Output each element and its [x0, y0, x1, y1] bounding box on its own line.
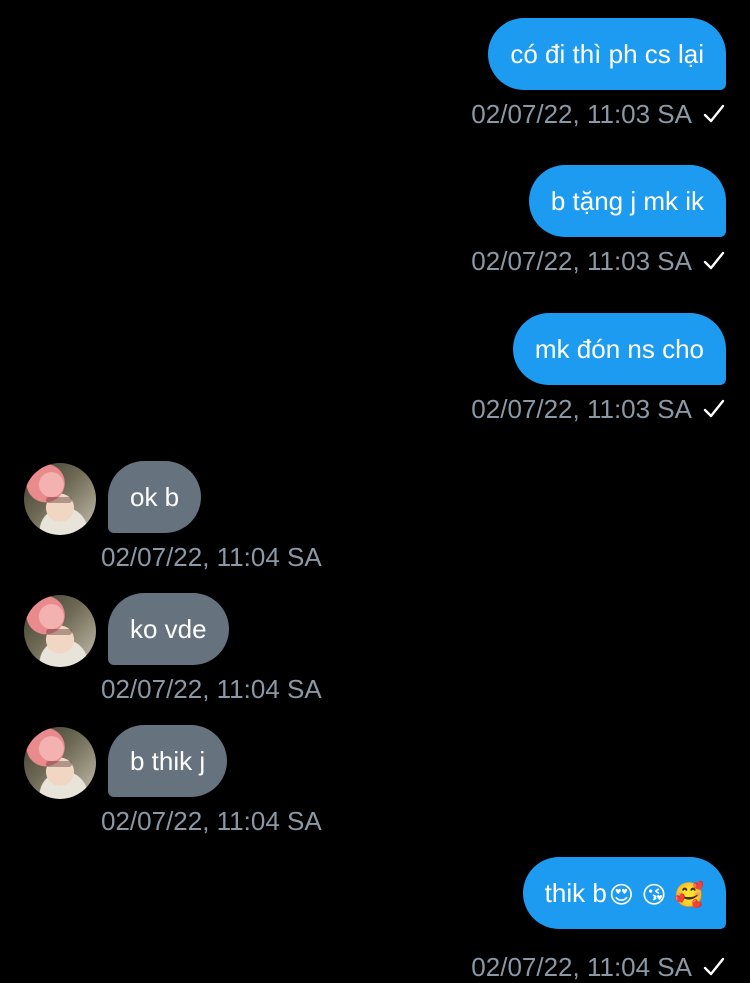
check-icon: [703, 957, 725, 976]
message-bubble[interactable]: mk đón ns cho: [512, 313, 726, 385]
check-icon: [703, 104, 725, 123]
message-bubble[interactable]: ko vde: [108, 593, 229, 665]
message-bubble[interactable]: ok b: [108, 461, 202, 533]
message-received: b thik j 02/07/22, 11:04 SA: [0, 725, 750, 841]
message-sent: b tặng j mk ik 02/07/22, 11:03 SA: [0, 165, 750, 281]
message-meta: 02/07/22, 11:03 SA: [471, 98, 726, 130]
message-timestamp: 02/07/22, 11:03 SA: [471, 394, 692, 424]
message-timestamp: 02/07/22, 11:04 SA: [101, 674, 322, 704]
message-sent: thik b😍 😘 🥰 02/07/22, 11:04 SA: [0, 857, 750, 982]
emoji-reaction-text: 😍 😘 🥰: [608, 881, 704, 910]
message-meta: 02/07/22, 11:03 SA: [471, 393, 726, 425]
message-timestamp: 02/07/22, 11:03 SA: [471, 246, 692, 276]
contact-avatar[interactable]: [24, 595, 96, 667]
message-bubble[interactable]: b tặng j mk ik: [528, 165, 726, 237]
message-timestamp: 02/07/22, 11:04 SA: [471, 952, 692, 982]
message-received: ko vde 02/07/22, 11:04 SA: [0, 593, 750, 709]
message-received: ok b 02/07/22, 11:04 SA: [0, 461, 750, 577]
message-meta: 02/07/22, 11:03 SA: [471, 245, 726, 277]
message-timestamp: 02/07/22, 11:04 SA: [101, 806, 322, 836]
conversation-thread: có đi thì ph cs lại 02/07/22, 11:03 SA b…: [0, 0, 750, 982]
message-timestamp: 02/07/22, 11:03 SA: [471, 99, 692, 129]
message-meta: 02/07/22, 11:04 SA: [471, 951, 726, 983]
message-bubble[interactable]: thik b😍 😘 🥰: [522, 857, 726, 929]
message-text: thik b: [544, 878, 607, 908]
message-bubble[interactable]: có đi thì ph cs lại: [488, 18, 726, 90]
check-icon: [703, 251, 725, 270]
contact-avatar[interactable]: [24, 463, 96, 535]
message-sent: có đi thì ph cs lại 02/07/22, 11:03 SA: [0, 18, 750, 134]
message-bubble[interactable]: b thik j: [108, 725, 228, 797]
message-timestamp: 02/07/22, 11:04 SA: [101, 542, 322, 572]
contact-avatar[interactable]: [24, 727, 96, 799]
check-icon: [703, 399, 725, 418]
message-sent: mk đón ns cho 02/07/22, 11:03 SA: [0, 313, 750, 429]
